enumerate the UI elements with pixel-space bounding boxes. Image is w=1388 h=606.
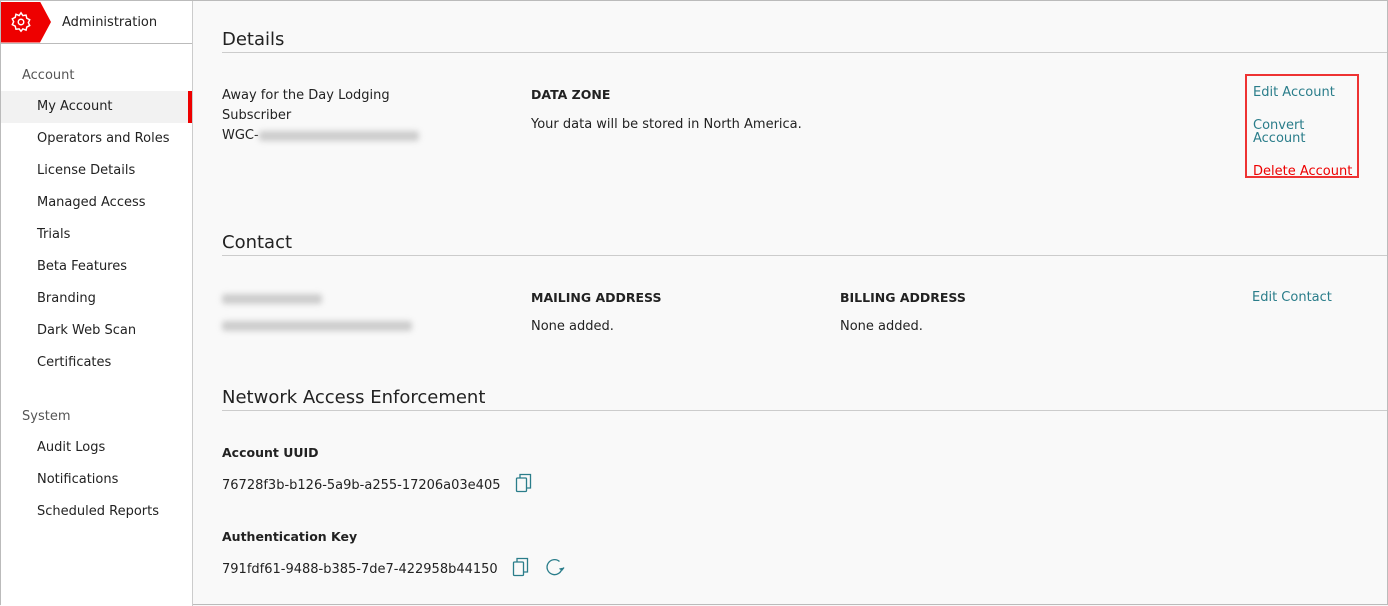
sidebar-item-dark-web[interactable]: Dark Web Scan — [1, 315, 192, 347]
redacted-id — [259, 131, 419, 141]
copy-icon[interactable] — [515, 473, 533, 497]
app-title: Administration — [62, 15, 157, 30]
mailing-address-value: None added. — [531, 319, 614, 334]
auth-key-label: Authentication Key — [222, 529, 357, 544]
sidebar-item-operators[interactable]: Operators and Roles — [1, 123, 192, 155]
details-heading: Details — [222, 29, 1387, 53]
sidebar-item-certificates[interactable]: Certificates — [1, 347, 192, 379]
sidebar-item-audit-logs[interactable]: Audit Logs — [1, 432, 192, 464]
sidebar-item-managed-access[interactable]: Managed Access — [1, 187, 192, 219]
account-type: Subscriber — [222, 106, 419, 126]
convert-account-link[interactable]: Convert Account — [1253, 119, 1357, 145]
delete-account-link[interactable]: Delete Account — [1253, 165, 1357, 178]
sidebar-item-my-account[interactable]: My Account — [1, 91, 192, 123]
account-actions-box: Edit Account Convert Account Delete Acco… — [1245, 74, 1359, 178]
billing-address-label: BILLING ADDRESS — [840, 290, 966, 305]
copy-icon[interactable] — [512, 557, 530, 581]
redacted-contact-name — [222, 294, 322, 304]
sidebar-item-scheduled-reports[interactable]: Scheduled Reports — [1, 496, 192, 528]
sidebar-header: Administration — [1, 1, 192, 44]
nae-heading: Network Access Enforcement — [222, 387, 1387, 411]
billing-address-value: None added. — [840, 319, 923, 334]
gear-icon — [1, 2, 51, 43]
contact-redacted — [222, 291, 412, 333]
sidebar-item-trials[interactable]: Trials — [1, 219, 192, 251]
data-zone-text: Your data will be stored in North Americ… — [531, 117, 802, 132]
edit-account-link[interactable]: Edit Account — [1253, 86, 1357, 99]
account-id-prefix: WGC- — [222, 128, 259, 143]
section-system: System — [1, 409, 192, 424]
sidebar-item-beta[interactable]: Beta Features — [1, 251, 192, 283]
regenerate-icon[interactable] — [544, 557, 566, 581]
data-zone-label: DATA ZONE — [531, 87, 610, 102]
sidebar: Administration Account My Account Operat… — [1, 1, 193, 606]
sidebar-item-branding[interactable]: Branding — [1, 283, 192, 315]
uuid-label: Account UUID — [222, 445, 319, 460]
contact-heading: Contact — [222, 232, 1387, 256]
redacted-contact-email — [222, 321, 412, 331]
sidebar-item-notifications[interactable]: Notifications — [1, 464, 192, 496]
edit-contact-link[interactable]: Edit Contact — [1252, 290, 1332, 305]
account-id: WGC- — [222, 126, 419, 146]
uuid-value: 76728f3b-b126-5a9b-a255-17206a03e405 — [222, 478, 501, 493]
auth-key-value: 791fdf61-9488-b385-7de7-422958b44150 — [222, 562, 498, 577]
company-name: Away for the Day Lodging — [222, 86, 419, 106]
section-account: Account — [1, 68, 192, 83]
mailing-address-label: MAILING ADDRESS — [531, 290, 662, 305]
sidebar-item-license[interactable]: License Details — [1, 155, 192, 187]
